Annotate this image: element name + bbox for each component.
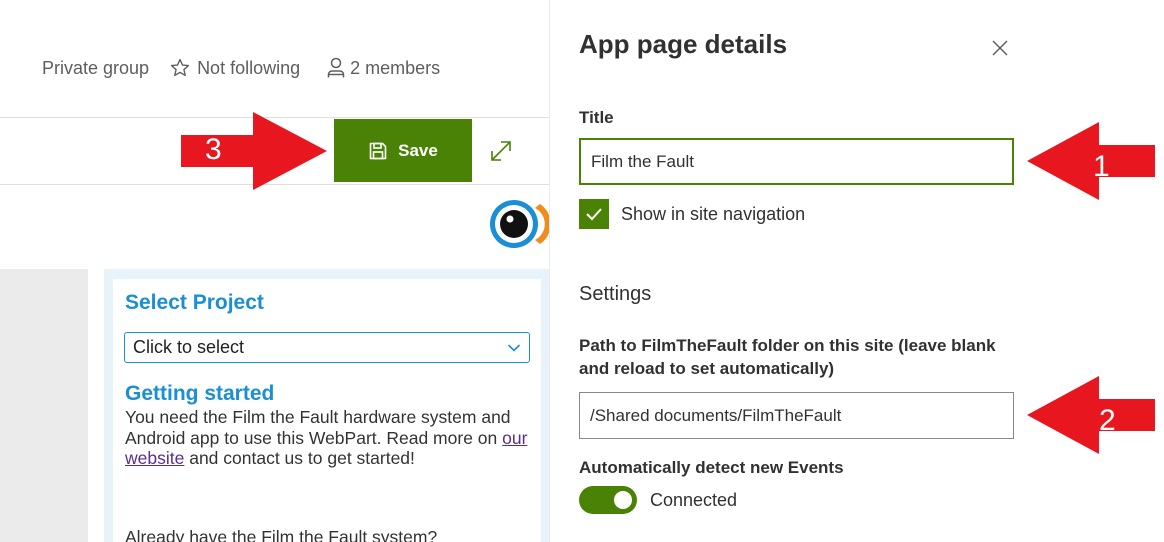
- path-label: Path to FilmTheFault folder on this site…: [579, 336, 996, 378]
- save-button[interactable]: Save: [334, 119, 472, 182]
- app-logo: [490, 200, 550, 248]
- close-icon[interactable]: [990, 38, 1010, 58]
- settings-heading: Settings: [579, 283, 652, 305]
- follow-label: Not following: [197, 57, 301, 78]
- annotation-number-1: 1: [1093, 150, 1110, 183]
- panel-divider: [549, 0, 550, 542]
- title-input-value: Film the Fault: [591, 151, 694, 171]
- panel-title: App page details: [579, 29, 788, 59]
- title-label: Title: [579, 108, 614, 127]
- group-meta-bar: Private group Not following 2 members: [42, 54, 440, 82]
- person-icon: [327, 57, 345, 78]
- checkmark-icon: [586, 208, 602, 221]
- chevron-down-icon: [507, 343, 521, 352]
- annotation-number-2: 2: [1099, 404, 1116, 437]
- save-icon: [369, 142, 387, 159]
- show-in-nav-checkbox[interactable]: Show in site navigation: [579, 199, 805, 229]
- expand-icon[interactable]: [488, 138, 514, 164]
- members-label: 2 members: [350, 57, 441, 78]
- body-text-end: and contact us to get started!: [184, 448, 415, 468]
- auto-detect-toggle[interactable]: [579, 486, 637, 514]
- annotation-number-3: 3: [205, 133, 222, 166]
- auto-detect-label: Automatically detect new Events: [579, 458, 844, 477]
- annotation-arrow-3: 3: [181, 112, 327, 190]
- path-input-value: /Shared documents/FilmTheFault: [590, 405, 842, 425]
- arrow-left-icon: [1027, 376, 1155, 454]
- title-input[interactable]: Film the Fault: [579, 138, 1014, 185]
- path-input[interactable]: /Shared documents/FilmTheFault: [579, 392, 1014, 439]
- show-in-nav-label: Show in site navigation: [621, 203, 806, 224]
- page-gutter: [0, 269, 88, 542]
- getting-started-heading: Getting started: [125, 382, 275, 405]
- project-select[interactable]: Click to select: [124, 332, 530, 363]
- annotation-arrow-1: 1: [1027, 122, 1155, 200]
- project-webpart: Select Project Click to select Getting s…: [113, 279, 541, 542]
- body-text-start: You need the Film the Fault hardware sys…: [125, 407, 511, 448]
- annotation-arrow-2: 2: [1027, 376, 1155, 454]
- already-have-text: Already have the Film the Fault system?: [125, 527, 438, 542]
- star-icon: [170, 58, 190, 77]
- getting-started-text: You need the Film the Fault hardware sys…: [125, 407, 535, 469]
- checkbox-box[interactable]: [579, 199, 609, 229]
- auto-detect-toggle-row: Connected: [579, 486, 737, 514]
- members-link[interactable]: 2 members: [300, 57, 440, 79]
- project-select-value: Click to select: [133, 337, 245, 357]
- follow-toggle[interactable]: Not following: [149, 57, 300, 79]
- toggle-knob: [614, 491, 632, 509]
- privacy-label: Private group: [42, 57, 150, 78]
- arrow-left-icon: [1027, 122, 1155, 200]
- toggle-state-label: Connected: [650, 489, 738, 510]
- arrow-right-icon: [181, 112, 327, 190]
- webpart-title: Select Project: [125, 291, 264, 314]
- save-label: Save: [398, 140, 438, 160]
